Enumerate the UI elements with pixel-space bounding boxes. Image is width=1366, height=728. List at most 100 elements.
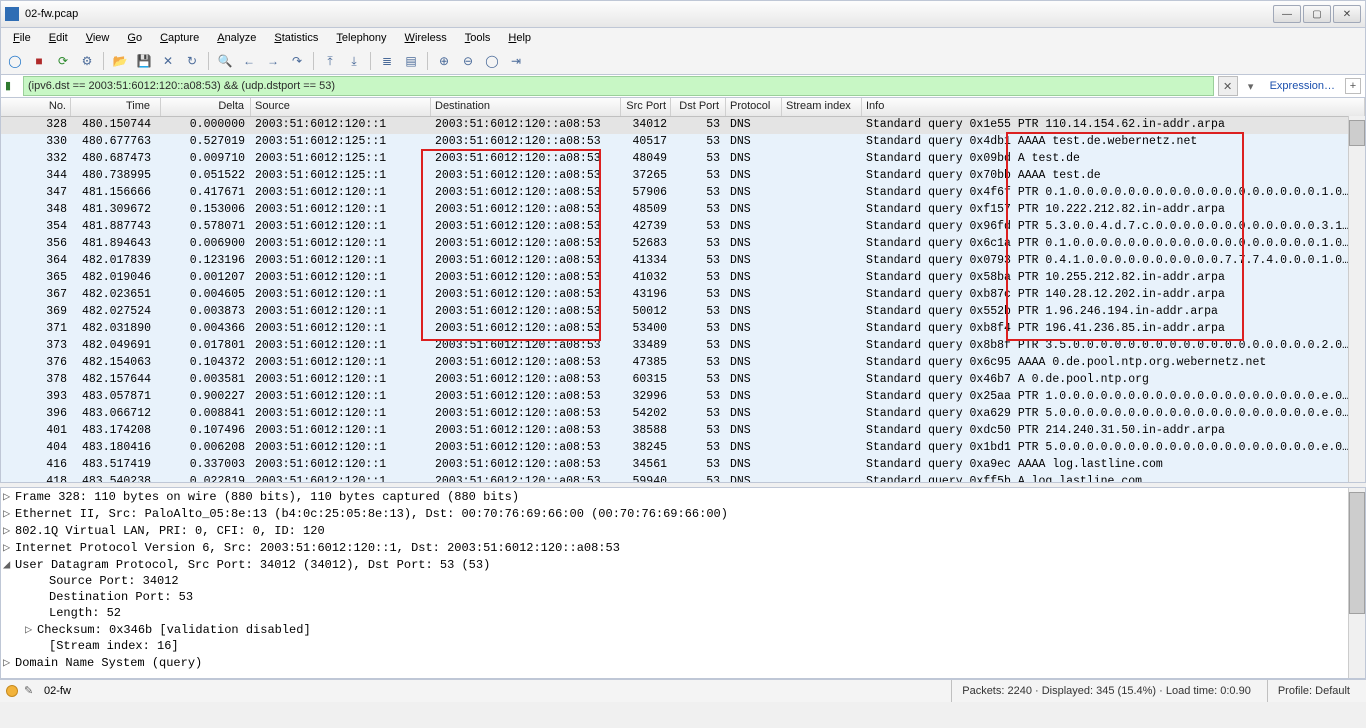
edit-capture-comment-icon[interactable]: ✎ — [24, 684, 38, 698]
packet-row[interactable]: 371482.0318900.0043662003:51:6012:120::1… — [1, 321, 1365, 338]
colorize-icon[interactable]: ▤ — [401, 51, 421, 71]
detail-line[interactable]: ▷Ethernet II, Src: PaloAlto_05:8e:13 (b4… — [1, 505, 1365, 522]
status-bar: ✎ 02-fw Packets: 2240 · Displayed: 345 (… — [0, 679, 1366, 702]
menu-analyze[interactable]: Analyze — [209, 30, 264, 46]
col-dest[interactable]: Destination — [431, 98, 621, 116]
filter-bookmark-icon[interactable]: ▮ — [5, 79, 19, 93]
window-titlebar: 02-fw.pcap — ▢ ✕ — [0, 0, 1366, 28]
detail-line[interactable]: ▷Frame 328: 110 bytes on wire (880 bits)… — [1, 488, 1365, 505]
details-scrollbar[interactable] — [1348, 488, 1365, 678]
detail-line[interactable]: ▷Internet Protocol Version 6, Src: 2003:… — [1, 539, 1365, 556]
packet-row[interactable]: 369482.0275240.0038732003:51:6012:120::1… — [1, 304, 1365, 321]
status-profile[interactable]: Profile: Default — [1267, 680, 1360, 702]
window-title: 02-fw.pcap — [25, 8, 1273, 20]
display-filter-input[interactable]: (ipv6.dst == 2003:51:6012:120::a08:53) &… — [23, 76, 1214, 96]
packet-list-pane[interactable]: No. Time Delta Source Destination Src Po… — [0, 98, 1366, 483]
packet-row[interactable]: 365482.0190460.0012072003:51:6012:120::1… — [1, 270, 1365, 287]
clear-filter-button[interactable]: ✕ — [1218, 76, 1238, 96]
resize-columns-icon[interactable]: ⇥ — [506, 51, 526, 71]
packet-row[interactable]: 364482.0178390.1231962003:51:6012:120::1… — [1, 253, 1365, 270]
detail-line[interactable]: ▷Checksum: 0x346b [validation disabled] — [1, 621, 1365, 638]
packet-row[interactable]: 401483.1742080.1074962003:51:6012:120::1… — [1, 423, 1365, 440]
last-packet-icon[interactable]: ⤓ — [344, 51, 364, 71]
stop-capture-icon[interactable]: ■ — [29, 51, 49, 71]
menu-go[interactable]: Go — [119, 30, 150, 46]
filter-dropdown-icon[interactable]: ▾ — [1242, 77, 1260, 95]
packet-details-pane[interactable]: ▷Frame 328: 110 bytes on wire (880 bits)… — [0, 487, 1366, 679]
find-icon[interactable]: 🔍 — [215, 51, 235, 71]
packet-row[interactable]: 344480.7389950.0515222003:51:6012:125::1… — [1, 168, 1365, 185]
packet-row[interactable]: 404483.1804160.0062082003:51:6012:120::1… — [1, 440, 1365, 457]
go-back-icon[interactable]: ← — [239, 51, 259, 71]
detail-line[interactable]: ▷Domain Name System (query) — [1, 654, 1365, 671]
col-source[interactable]: Source — [251, 98, 431, 116]
col-delta[interactable]: Delta — [161, 98, 251, 116]
packet-row[interactable]: 356481.8946430.0069002003:51:6012:120::1… — [1, 236, 1365, 253]
auto-scroll-icon[interactable]: ≣ — [377, 51, 397, 71]
separator — [208, 52, 209, 70]
packet-row[interactable]: 376482.1540630.1043722003:51:6012:120::1… — [1, 355, 1365, 372]
menu-capture[interactable]: Capture — [152, 30, 207, 46]
separator — [370, 52, 371, 70]
status-file: 02-fw — [44, 685, 71, 697]
packet-row[interactable]: 367482.0236510.0046052003:51:6012:120::1… — [1, 287, 1365, 304]
maximize-button[interactable]: ▢ — [1303, 5, 1331, 23]
save-file-icon[interactable]: 💾 — [134, 51, 154, 71]
go-forward-icon[interactable]: → — [263, 51, 283, 71]
packet-row[interactable]: 416483.5174190.3370032003:51:6012:120::1… — [1, 457, 1365, 474]
menu-edit[interactable]: Edit — [41, 30, 76, 46]
separator — [103, 52, 104, 70]
go-to-icon[interactable]: ↷ — [287, 51, 307, 71]
col-srcport[interactable]: Src Port — [621, 98, 671, 116]
col-info[interactable]: Info — [862, 98, 1365, 116]
col-no[interactable]: No. — [1, 98, 71, 116]
packet-row[interactable]: 332480.6874730.0097102003:51:6012:125::1… — [1, 151, 1365, 168]
expression-button[interactable]: Expression… — [1264, 80, 1341, 92]
menu-wireless[interactable]: Wireless — [397, 30, 455, 46]
menu-statistics[interactable]: Statistics — [266, 30, 326, 46]
first-packet-icon[interactable]: ⤒ — [320, 51, 340, 71]
expert-info-icon[interactable] — [6, 685, 18, 697]
detail-line[interactable]: Source Port: 34012 — [1, 573, 1365, 589]
menu-help[interactable]: Help — [500, 30, 539, 46]
detail-line[interactable]: ▷802.1Q Virtual LAN, PRI: 0, CFI: 0, ID:… — [1, 522, 1365, 539]
col-proto[interactable]: Protocol — [726, 98, 782, 116]
packet-row[interactable]: 373482.0496910.0178012003:51:6012:120::1… — [1, 338, 1365, 355]
zoom-in-icon[interactable]: ⊕ — [434, 51, 454, 71]
restart-capture-icon[interactable]: ⟳ — [53, 51, 73, 71]
detail-line[interactable]: Length: 52 — [1, 605, 1365, 621]
status-packets: Packets: 2240 · Displayed: 345 (15.4%) ·… — [951, 680, 1261, 702]
packet-row[interactable]: 393483.0578710.9002272003:51:6012:120::1… — [1, 389, 1365, 406]
zoom-reset-icon[interactable]: ◯ — [482, 51, 502, 71]
packet-row[interactable]: 330480.6777630.5270192003:51:6012:125::1… — [1, 134, 1365, 151]
detail-line[interactable]: Destination Port: 53 — [1, 589, 1365, 605]
packet-list-header: No. Time Delta Source Destination Src Po… — [1, 98, 1365, 117]
packet-row[interactable]: 328480.1507440.0000002003:51:6012:120::1… — [1, 117, 1365, 134]
add-filter-button[interactable]: + — [1345, 78, 1361, 94]
capture-options-icon[interactable]: ⚙ — [77, 51, 97, 71]
menu-file[interactable]: File — [5, 30, 39, 46]
col-time[interactable]: Time — [71, 98, 161, 116]
packet-row[interactable]: 354481.8877430.5780712003:51:6012:120::1… — [1, 219, 1365, 236]
start-capture-icon[interactable]: ◯ — [5, 51, 25, 71]
col-stream[interactable]: Stream index — [782, 98, 862, 116]
col-dstport[interactable]: Dst Port — [671, 98, 726, 116]
packet-list-scrollbar[interactable] — [1348, 116, 1365, 482]
packet-row[interactable]: 378482.1576440.0035812003:51:6012:120::1… — [1, 372, 1365, 389]
packet-row[interactable]: 348481.3096720.1530062003:51:6012:120::1… — [1, 202, 1365, 219]
menu-telephony[interactable]: Telephony — [328, 30, 394, 46]
packet-row[interactable]: 418483.5402380.0228192003:51:6012:120::1… — [1, 474, 1365, 483]
detail-line[interactable]: ◢User Datagram Protocol, Src Port: 34012… — [1, 556, 1365, 573]
menu-tools[interactable]: Tools — [457, 30, 499, 46]
app-icon — [5, 7, 19, 21]
zoom-out-icon[interactable]: ⊖ — [458, 51, 478, 71]
close-button[interactable]: ✕ — [1333, 5, 1361, 23]
reload-icon[interactable]: ↻ — [182, 51, 202, 71]
menu-view[interactable]: View — [78, 30, 118, 46]
packet-row[interactable]: 347481.1566660.4176712003:51:6012:120::1… — [1, 185, 1365, 202]
detail-line[interactable]: [Stream index: 16] — [1, 638, 1365, 654]
close-file-icon[interactable]: ✕ — [158, 51, 178, 71]
open-file-icon[interactable]: 📂 — [110, 51, 130, 71]
minimize-button[interactable]: — — [1273, 5, 1301, 23]
packet-row[interactable]: 396483.0667120.0088412003:51:6012:120::1… — [1, 406, 1365, 423]
